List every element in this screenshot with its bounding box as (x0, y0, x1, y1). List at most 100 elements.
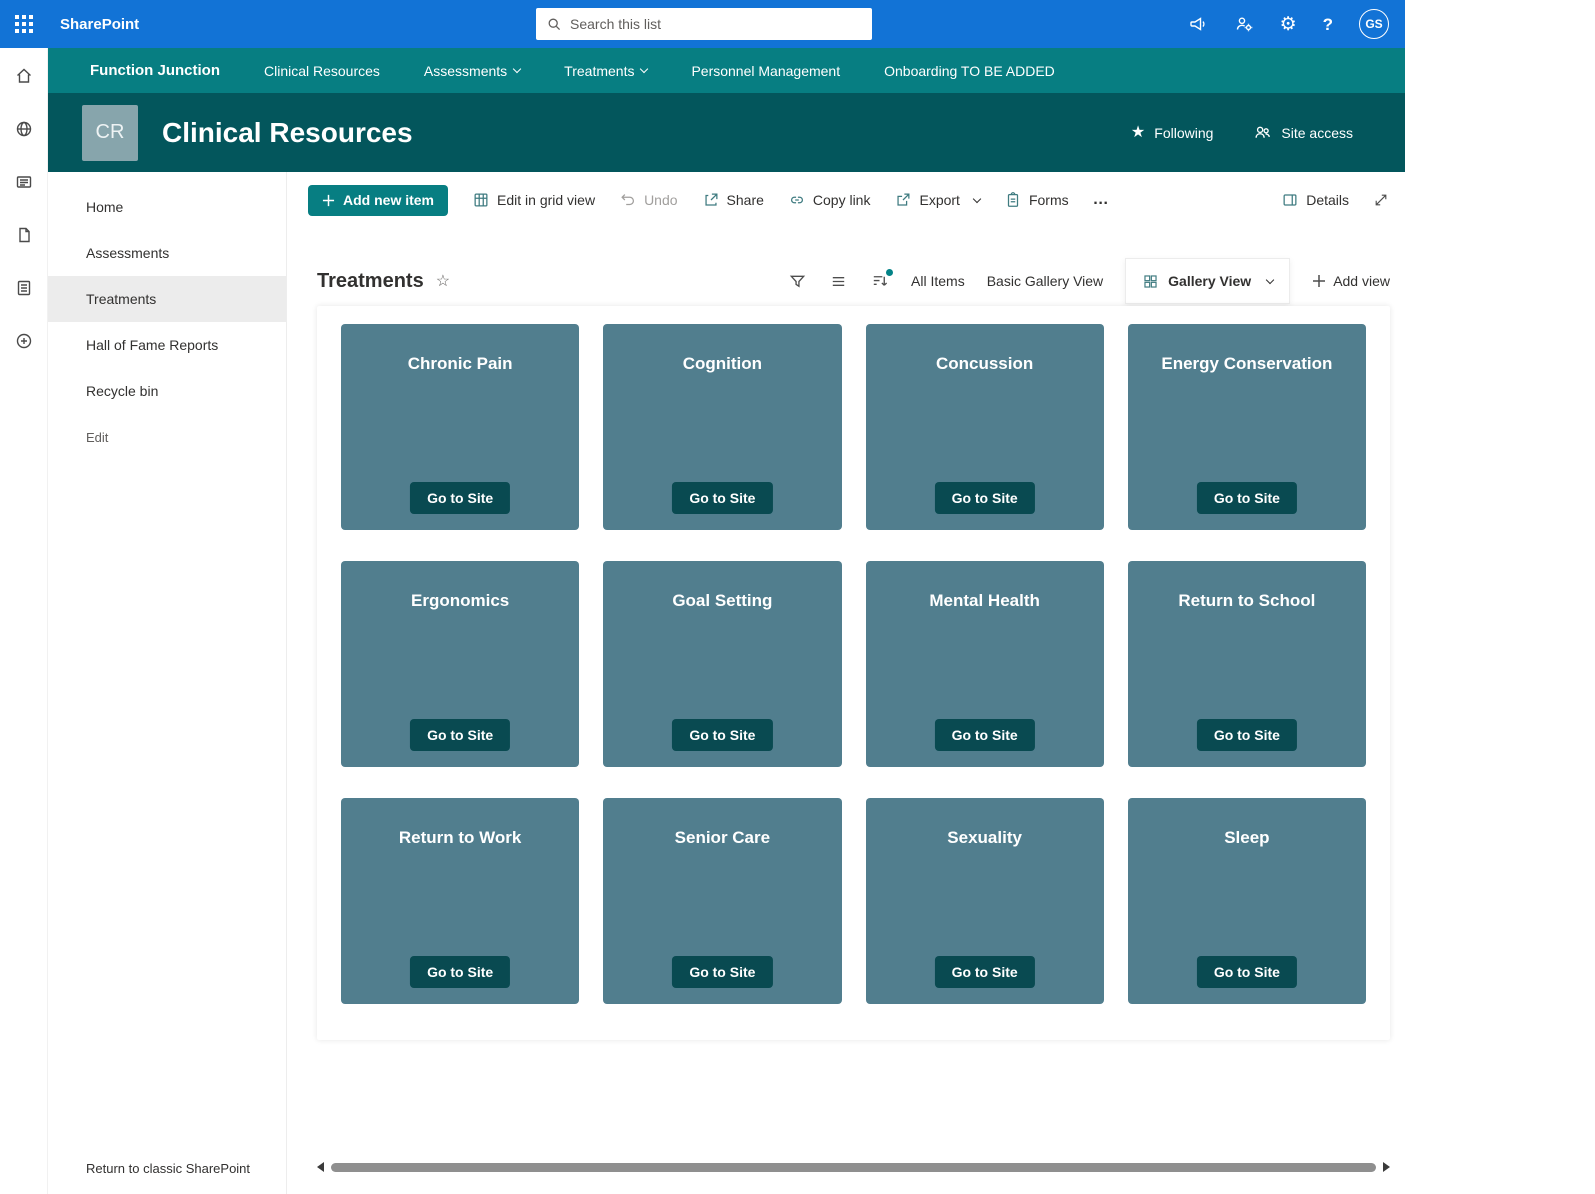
help-icon[interactable]: ? (1323, 16, 1333, 33)
settings-gear-icon[interactable]: ⚙ (1280, 15, 1297, 34)
go-to-site-button[interactable]: Go to Site (410, 719, 511, 751)
hub-nav-item[interactable]: Onboarding TO BE ADDED (884, 63, 1055, 79)
classic-sharepoint-link[interactable]: Return to classic SharePoint (86, 1161, 250, 1176)
news-icon[interactable] (14, 172, 34, 192)
site-header-actions: ★ Following Site access (1131, 123, 1353, 142)
treatment-card: Cognition Go to Site (603, 324, 842, 530)
hub-nav-item[interactable]: Clinical Resources (264, 63, 380, 79)
sharepoint-brand[interactable]: SharePoint (60, 16, 139, 33)
treatment-card: Ergonomics Go to Site (341, 561, 580, 767)
share-label: Share (726, 192, 764, 208)
view-basic-gallery[interactable]: Basic Gallery View (987, 273, 1103, 289)
hub-nav-item[interactable]: Assessments (424, 63, 522, 79)
card-title: Energy Conservation (1161, 354, 1333, 373)
link-icon (788, 191, 806, 209)
go-to-site-button[interactable]: Go to Site (1196, 719, 1297, 751)
view-gallery-selected[interactable]: Gallery View (1125, 258, 1291, 304)
command-bar-right: Details (1281, 191, 1389, 209)
site-sidebar: Home Assessments Treatments Hall of Fame Re… (48, 172, 287, 1194)
sidebar-item-edit[interactable]: Edit (48, 414, 286, 460)
card-title: Return to School (1178, 591, 1316, 610)
hub-nav-item[interactable]: Function Junction (90, 62, 220, 79)
share-button[interactable]: Share (702, 191, 764, 209)
forms-button[interactable]: Forms (1004, 191, 1069, 209)
site-access-button[interactable]: Site access (1253, 123, 1353, 142)
go-to-site-button[interactable]: Go to Site (672, 719, 773, 751)
details-pane-icon (1281, 191, 1299, 209)
go-to-site-button[interactable]: Go to Site (410, 482, 511, 514)
sharepoint-app: SharePoint ⚙ ? GS Function Junction Clini… (0, 0, 1405, 1194)
scroll-left-arrow[interactable] (317, 1162, 324, 1172)
megaphone-icon[interactable] (1188, 14, 1208, 34)
copy-link-button[interactable]: Copy link (788, 191, 871, 209)
star-icon: ★ (1130, 123, 1146, 141)
more-commands-button[interactable]: … (1093, 191, 1111, 209)
gallery-panel: Chronic Pain Go to Site Cognition Go to … (317, 306, 1390, 1040)
go-to-site-button[interactable]: Go to Site (934, 719, 1035, 751)
sort-badge (886, 268, 894, 276)
globe-icon[interactable] (14, 119, 34, 139)
chevron-down-icon (640, 64, 649, 74)
go-to-site-button[interactable]: Go to Site (672, 482, 773, 514)
go-to-site-button[interactable]: Go to Site (1196, 482, 1297, 514)
hub-nav-item[interactable]: Treatments (564, 63, 649, 79)
avatar[interactable]: GS (1359, 9, 1389, 39)
search-box (536, 8, 872, 40)
sidebar-item-treatments[interactable]: Treatments (48, 276, 286, 322)
treatment-card: Mental Health Go to Site (865, 561, 1104, 767)
app-launcher-button[interactable] (0, 0, 48, 48)
go-to-site-button[interactable]: Go to Site (410, 956, 511, 988)
go-to-site-button[interactable]: Go to Site (934, 956, 1035, 988)
scrollbar-thumb[interactable] (331, 1162, 1376, 1172)
search-input[interactable] (568, 15, 872, 33)
treatment-card: Energy Conservation Go to Site (1127, 324, 1366, 530)
copy-link-label: Copy link (812, 192, 871, 208)
add-new-item-button[interactable]: Add new item (308, 184, 449, 216)
list-title[interactable]: Treatments (317, 270, 424, 293)
sidebar-item-assessments[interactable]: Assessments (48, 230, 286, 276)
hub-nav-item[interactable]: Personnel Management (691, 63, 840, 79)
scroll-right-arrow[interactable] (1383, 1162, 1390, 1172)
person-gear-icon[interactable] (1234, 14, 1254, 34)
grid-icon (472, 191, 490, 209)
following-button[interactable]: ★ Following (1130, 123, 1214, 141)
undo-icon (619, 191, 637, 209)
filter-icon[interactable] (788, 272, 807, 291)
treatment-card: Sexuality Go to Site (865, 798, 1104, 1004)
sidebar-item-home[interactable]: Home (48, 184, 286, 230)
command-bar: Add new item Edit in grid view Undo Shar… (308, 180, 1389, 220)
details-label: Details (1306, 192, 1349, 208)
go-to-site-button[interactable]: Go to Site (934, 482, 1035, 514)
document-icon[interactable] (14, 225, 34, 245)
following-label: Following (1154, 124, 1214, 141)
favorite-star-icon[interactable]: ☆ (436, 271, 450, 291)
card-title: Sexuality (947, 828, 1022, 847)
undo-button[interactable]: Undo (619, 191, 678, 209)
site-logo[interactable]: CR (82, 104, 138, 161)
forms-label: Forms (1028, 192, 1069, 208)
treatment-card: Concussion Go to Site (865, 324, 1104, 530)
card-title: Senior Care (674, 828, 771, 847)
undo-label: Undo (644, 192, 678, 208)
go-to-site-button[interactable]: Go to Site (1196, 956, 1297, 988)
sidebar-item-hall-of-fame-reports[interactable]: Hall of Fame Reports (48, 322, 286, 368)
site-header: CR Clinical Resources ★ Following Site a… (48, 93, 1405, 172)
add-view-label: Add view (1333, 273, 1390, 289)
details-button[interactable]: Details (1281, 191, 1349, 209)
add-view-button[interactable]: Add view (1312, 273, 1390, 289)
chevron-down-icon (1265, 275, 1275, 284)
view-all-items[interactable]: All Items (911, 273, 965, 289)
gallery-grid-icon (1142, 273, 1159, 290)
export-button[interactable]: Export (894, 191, 982, 209)
site-title[interactable]: Clinical Resources (162, 117, 413, 149)
expand-button[interactable] (1373, 192, 1389, 208)
create-icon[interactable] (14, 331, 34, 351)
go-to-site-button[interactable]: Go to Site (672, 956, 773, 988)
list-icon[interactable] (14, 278, 34, 298)
sort-icon[interactable] (870, 268, 894, 291)
edit-grid-view-button[interactable]: Edit in grid view (472, 191, 595, 209)
export-label: Export (919, 192, 960, 208)
home-icon[interactable] (14, 66, 34, 86)
sidebar-item-recycle-bin[interactable]: Recycle bin (48, 368, 286, 414)
view-options-icon[interactable] (829, 272, 848, 291)
